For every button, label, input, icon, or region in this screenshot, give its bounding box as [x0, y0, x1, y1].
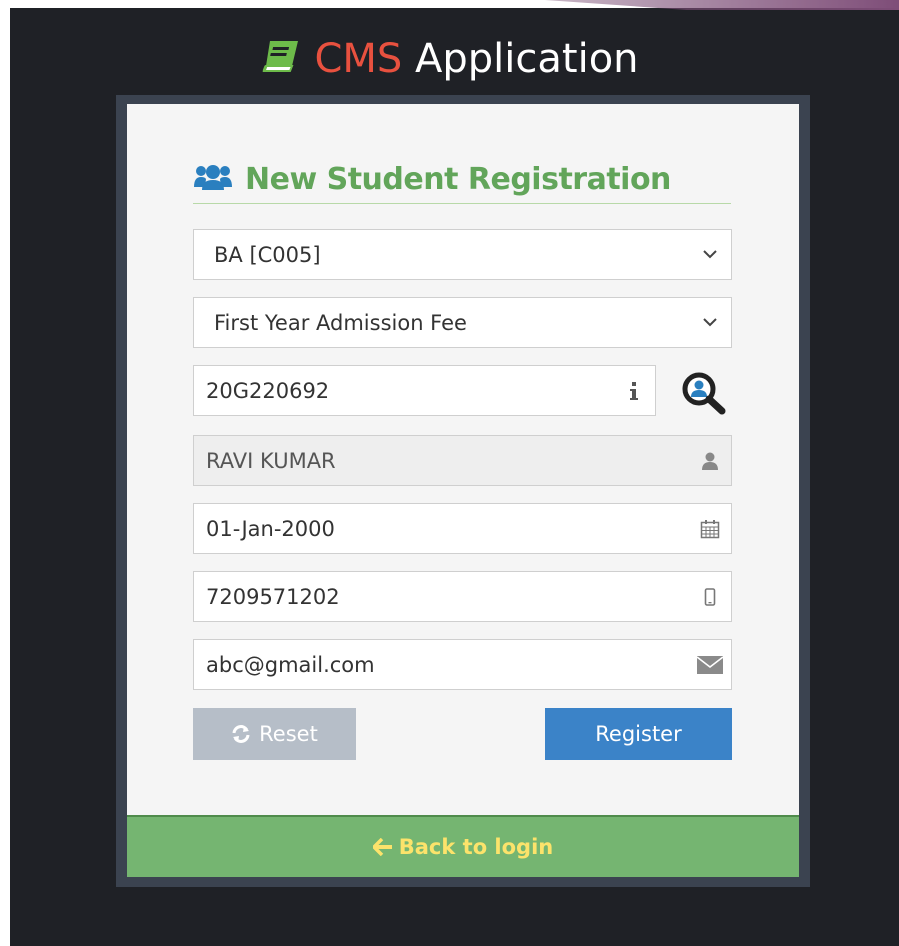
search-student-button[interactable]: [680, 371, 728, 415]
fee-type-select[interactable]: First Year Admission Fee: [193, 297, 732, 348]
student-id-value: 20G220692: [206, 378, 330, 403]
calendar-icon: [689, 504, 731, 553]
envelope-icon: [689, 640, 731, 689]
register-label: Register: [595, 722, 682, 746]
student-name-value: RAVI KUMAR: [206, 448, 336, 473]
email-value: abc@gmail.com: [206, 652, 375, 677]
form-heading: New Student Registration: [193, 155, 731, 204]
arrow-left-icon: [372, 838, 393, 856]
date-of-birth-input[interactable]: 01-Jan-2000: [193, 503, 732, 554]
reset-button[interactable]: Reset: [193, 708, 356, 760]
student-id-input[interactable]: 20G220692: [193, 365, 656, 416]
card-footer: Back to login: [127, 815, 799, 877]
mobile-number-input[interactable]: 7209571202: [193, 571, 732, 622]
course-select[interactable]: BA [C005]: [193, 229, 732, 280]
chevron-down-icon: [689, 250, 731, 259]
app-title-rest: Application: [415, 36, 639, 82]
search-user-icon: [680, 372, 728, 419]
app-title-brand: CMS: [314, 36, 403, 82]
user-icon: [689, 436, 731, 485]
back-to-login-link[interactable]: Back to login: [372, 835, 554, 859]
refresh-icon: [231, 725, 251, 743]
info-icon: [613, 366, 655, 415]
mobile-icon: [689, 572, 731, 621]
form-title: New Student Registration: [245, 161, 671, 197]
student-name-field: RAVI KUMAR: [193, 435, 732, 486]
mobile-number-value: 7209571202: [206, 584, 340, 609]
chevron-down-icon: [689, 318, 731, 327]
register-button[interactable]: Register: [545, 708, 732, 760]
app-title: CMS Application: [0, 34, 899, 86]
users-icon: [193, 163, 233, 195]
course-select-value: BA [C005]: [214, 242, 321, 267]
fee-type-select-value: First Year Admission Fee: [214, 310, 467, 335]
back-to-login-label: Back to login: [398, 835, 554, 859]
reset-label: Reset: [259, 722, 318, 746]
date-of-birth-value: 01-Jan-2000: [206, 516, 335, 541]
book-icon: [260, 36, 302, 86]
email-input[interactable]: abc@gmail.com: [193, 639, 732, 690]
